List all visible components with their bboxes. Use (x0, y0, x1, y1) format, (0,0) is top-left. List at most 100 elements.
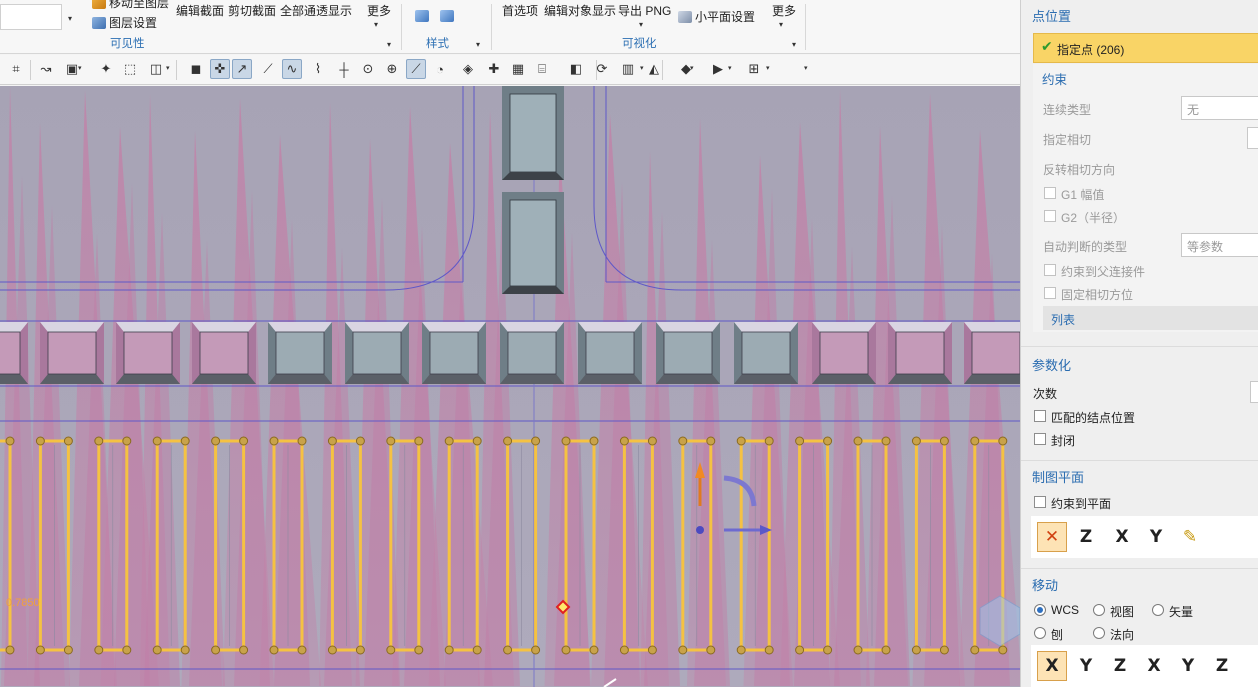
model-canvas[interactable] (0, 86, 1020, 687)
visualize-more-button[interactable]: 更多 (772, 2, 796, 19)
visibility-more-arrow[interactable]: ▾ (374, 20, 378, 29)
visualize-more-arrow[interactable]: ▾ (779, 20, 783, 29)
point-on-surface-icon[interactable]: ✚ (484, 59, 504, 79)
measure-icon[interactable]: ✦ (96, 59, 116, 79)
plane-custom-icon[interactable]: ✎ (1175, 522, 1205, 552)
visibility-group-expand[interactable]: ▾ (387, 40, 391, 49)
move-yz-plane-button[interactable]: X (1139, 651, 1169, 681)
drawing-plane-title[interactable]: 制图平面 (1032, 467, 1084, 486)
radio-wcs[interactable] (1034, 604, 1046, 616)
constraints-title[interactable]: 约束 (1042, 69, 1067, 88)
wcs-cube-icon[interactable]: ▶ (708, 59, 728, 79)
g2-checkbox[interactable] (1044, 210, 1056, 222)
closed-checkbox[interactable] (1034, 433, 1046, 445)
radio-plane[interactable] (1034, 627, 1046, 639)
continuity-select[interactable]: 无 (1181, 96, 1258, 120)
layer-combo-arrow[interactable]: ▾ (68, 14, 72, 23)
toolbar-dropdown-arrow[interactable]: ▾ (728, 64, 732, 72)
spline-icon[interactable]: ⌇ (308, 59, 328, 79)
toolbar-dropdown-arrow[interactable]: ▾ (166, 64, 170, 72)
tangent-icon[interactable]: ◔ (430, 59, 450, 79)
curve-frame (94, 436, 132, 655)
layout-icon[interactable]: ◭ (644, 59, 664, 79)
preferences-button[interactable]: 首选项 (502, 2, 538, 19)
center-icon[interactable]: ⊙ (358, 59, 378, 79)
toolbar-dropdown-arrow[interactable]: ▾ (690, 64, 694, 72)
curve-icon[interactable]: ∿ (282, 59, 302, 79)
style-cube-icon-2[interactable] (440, 10, 454, 22)
style-group-expand[interactable]: ▾ (476, 40, 480, 49)
list-header[interactable]: 列表 (1043, 306, 1258, 330)
constrain-plane-checkbox[interactable] (1034, 496, 1046, 508)
shaded-icon[interactable]: ◫ (146, 59, 166, 79)
brick-bevel-bottom (812, 374, 876, 384)
toolbar-dropdown-arrow[interactable]: ▾ (640, 64, 644, 72)
move-z-button[interactable]: Z (1105, 651, 1135, 681)
control-point (503, 645, 513, 655)
edit-section-button[interactable]: 编辑截面 (176, 2, 224, 19)
control-point-icon[interactable]: ✜ (210, 59, 230, 79)
radio-normal[interactable] (1093, 627, 1105, 639)
brick-face (429, 331, 479, 375)
graphics-viewport[interactable]: 0.7850 (0, 86, 1020, 687)
toolbar-dropdown-arrow[interactable]: ▾ (804, 64, 808, 72)
view-fit-icon[interactable]: ◧ (566, 59, 586, 79)
move-zx-plane-button[interactable]: Y (1173, 651, 1203, 681)
refresh-icon[interactable]: ▥ (618, 59, 638, 79)
control-point (706, 436, 716, 446)
cube-icon[interactable]: ◼ (186, 59, 206, 79)
point-on-curve-icon[interactable]: ⟋ (406, 59, 426, 79)
plane-zx-icon[interactable]: Y (1141, 522, 1171, 552)
radio-view[interactable] (1093, 604, 1105, 616)
move-y-button[interactable]: Y (1071, 651, 1101, 681)
edit-object-display-button[interactable]: 编辑对象显示 (544, 2, 616, 19)
move-x-button[interactable]: X (1037, 651, 1067, 681)
match-knots-checkbox[interactable] (1034, 410, 1046, 422)
control-point (503, 436, 513, 446)
parent-constraint-checkbox[interactable] (1044, 264, 1056, 276)
move-xy-plane-button[interactable]: Z (1207, 651, 1237, 681)
grid-table-icon[interactable]: ⌸ (532, 59, 552, 79)
facet-settings-button[interactable]: 小平面设置 (678, 8, 755, 25)
endpoint-icon[interactable]: ↗ (232, 59, 252, 79)
control-point (327, 436, 337, 446)
radio-vector[interactable] (1152, 604, 1164, 616)
parameterization-title[interactable]: 参数化 (1032, 355, 1071, 374)
move-to-layer-label: 移动至图层 (109, 0, 170, 10)
plane-yz-icon[interactable]: X (1107, 522, 1137, 552)
toolbar-dropdown-arrow[interactable]: ▾ (766, 64, 770, 72)
move-title[interactable]: 移动 (1032, 575, 1058, 594)
surface-icon[interactable]: ◈ (458, 59, 478, 79)
clip-section-button[interactable]: 剪切截面 (228, 2, 276, 19)
quadrant-icon[interactable]: ⊕ (382, 59, 402, 79)
marquee-icon[interactable]: ⬚ (120, 59, 140, 79)
curve-frame (327, 436, 365, 655)
style-cube-icon-1[interactable] (415, 10, 429, 22)
layer-settings-label: 图层设置 (109, 16, 158, 30)
bend-icon[interactable]: ↝ (36, 59, 56, 79)
move-to-layer-button[interactable]: 移动至图层 (92, 0, 169, 11)
visualize-group-expand[interactable]: ▾ (792, 40, 796, 49)
tangent-picker[interactable] (1247, 127, 1258, 149)
layer-combo[interactable] (0, 4, 62, 30)
auto-type-select[interactable]: 等参数 (1181, 233, 1258, 257)
intersection-icon[interactable]: ┼ (334, 59, 354, 79)
specify-point-row[interactable]: ✔ 指定点 (206) (1033, 33, 1258, 63)
toolbar-dropdown-arrow[interactable]: ▾ (78, 64, 82, 72)
export-png-arrow[interactable]: ▾ (639, 20, 643, 29)
export-png-button[interactable]: 导出 PNG (618, 2, 671, 19)
midpoint-icon[interactable]: ⟋ (258, 59, 278, 79)
display-icon[interactable]: ⊞ (744, 59, 764, 79)
plane-xy-icon[interactable]: Z (1071, 522, 1101, 552)
translucency-button[interactable]: 全部通透显示 (280, 2, 352, 19)
layer-settings-button[interactable]: 图层设置 (92, 14, 157, 31)
fixed-tangent-checkbox[interactable] (1044, 287, 1056, 299)
degree-input[interactable] (1250, 381, 1258, 403)
snapshot-icon[interactable]: ⟳ (592, 59, 612, 79)
snap-grid-icon[interactable]: ⌗ (6, 59, 26, 79)
point-location-title[interactable]: 点位置 (1032, 6, 1071, 25)
plane-auto-icon[interactable]: ✕ (1037, 522, 1067, 552)
g1-checkbox[interactable] (1044, 187, 1056, 199)
visibility-more-button[interactable]: 更多 (367, 2, 391, 19)
bounded-grid-icon[interactable]: ▦ (508, 59, 528, 79)
